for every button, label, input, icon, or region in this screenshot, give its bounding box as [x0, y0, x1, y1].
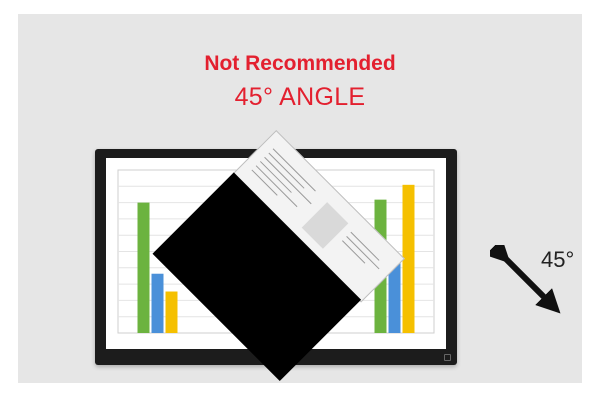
- rotation-degrees-label: 45°: [541, 247, 575, 272]
- chart-bar: [151, 273, 164, 333]
- power-indicator-icon: [444, 354, 451, 361]
- chart-bar: [137, 202, 150, 333]
- angle-heading: 45° ANGLE: [234, 83, 366, 111]
- document-text-line: [346, 236, 380, 270]
- person-silhouette-icon: [301, 202, 349, 249]
- chart-bar: [165, 291, 178, 333]
- status-heading: Not Recommended: [204, 52, 396, 75]
- document-text-line: [259, 161, 292, 193]
